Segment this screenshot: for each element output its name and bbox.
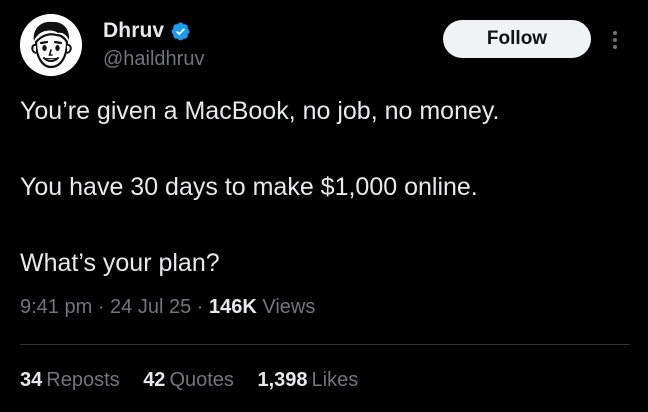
author-handle[interactable]: @haildhruv	[103, 48, 204, 71]
verified-badge-icon[interactable]	[170, 21, 191, 42]
quotes-label: Quotes	[169, 369, 234, 391]
quotes-count: 42	[143, 369, 166, 391]
tweet-header: Dhruv @haildhruv Follow	[20, 14, 630, 76]
views-label: Views	[256, 296, 316, 318]
follow-button[interactable]: Follow	[443, 20, 591, 58]
avatar[interactable]	[20, 14, 82, 76]
more-vertical-icon[interactable]	[608, 26, 622, 54]
likes-label: Likes	[311, 369, 359, 391]
quotes-stat[interactable]: 42 Quotes	[143, 369, 234, 391]
reposts-count: 34	[20, 369, 43, 391]
display-name-row: Dhruv	[103, 18, 204, 44]
tweet-date[interactable]: 24 Jul 25	[110, 296, 191, 318]
likes-stat[interactable]: 1,398 Likes	[257, 369, 358, 391]
display-name[interactable]: Dhruv	[103, 19, 164, 43]
divider	[20, 344, 630, 345]
author-names: Dhruv @haildhruv	[103, 18, 204, 71]
tweet-text-line: What’s your plan?	[20, 249, 220, 277]
tweet-detail: Dhruv @haildhruv Follow You’re given a M…	[0, 0, 648, 412]
tweet-text-line: You’re given a MacBook, no job, no money…	[20, 97, 500, 125]
tweet-time[interactable]: 9:41 pm	[20, 296, 92, 318]
tweet-meta: 9:41 pm · 24 Jul 25 · 146K Views	[20, 296, 315, 319]
tweet-text-line: You have 30 days to make $1,000 online.	[20, 173, 478, 201]
views-count: 146K	[209, 296, 257, 318]
reposts-stat[interactable]: 34 Reposts	[20, 369, 120, 391]
reposts-label: Reposts	[46, 369, 120, 391]
meta-separator: ·	[92, 296, 111, 318]
meta-separator: ·	[191, 296, 209, 318]
engagement-stats: 34 Reposts 42 Quotes 1,398 Likes	[20, 369, 376, 392]
likes-count: 1,398	[257, 369, 308, 391]
cartoon-face-avatar-icon	[20, 14, 82, 76]
